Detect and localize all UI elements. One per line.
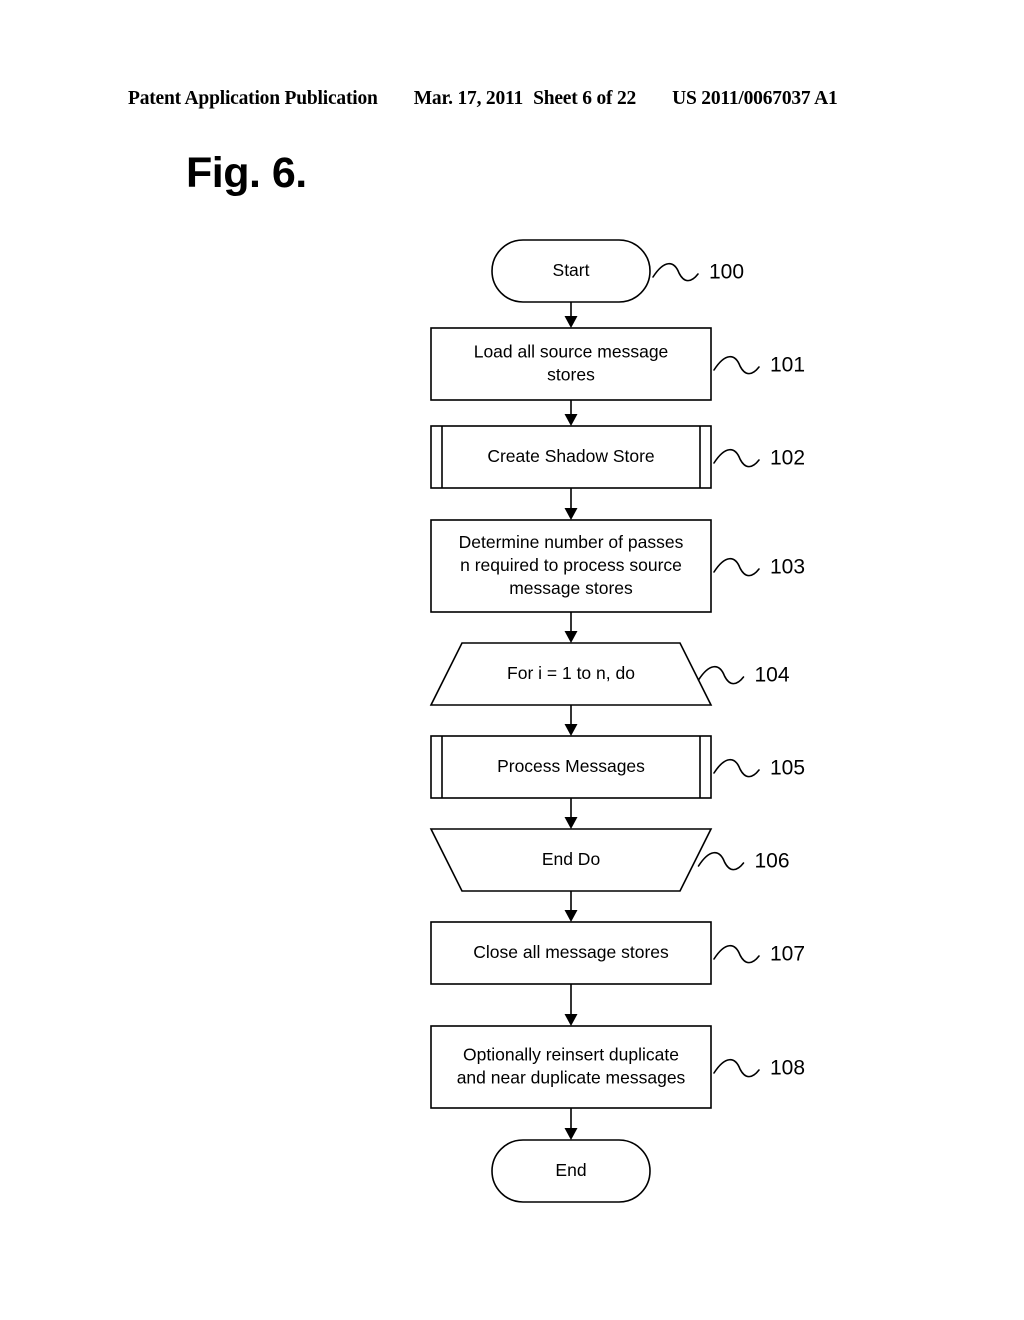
ref-number-105: 105 [770,757,805,780]
ref-number-101: 101 [770,354,805,377]
flow-edge-n100-to-n101 [564,302,578,328]
flow-ref-100: 100 [652,261,744,284]
flow-edge-n101-to-n102 [564,400,578,426]
ref-leader-line [713,758,760,778]
ref-number-106: 106 [755,850,790,873]
flow-node-n107: Close all message stores [430,921,712,985]
edge-arrowhead-icon [564,817,578,829]
ref-leader-line [697,851,745,871]
flow-node-n102: Create Shadow Store [430,425,712,489]
flow-edge-n108-to-n109 [564,1108,578,1140]
flow-node-label-n107: Close all message stores [473,942,669,962]
ref-leader-line [713,1058,760,1078]
flowchart-canvas: Start Load all source message stores Create… [429,239,805,1203]
flow-node-label-n106: End Do [542,849,600,869]
edge-arrowhead-icon [564,414,578,426]
flow-node-n105: Process Messages [430,735,712,799]
flow-ref-103: 103 [713,556,805,579]
flow-ref-105: 105 [713,757,805,780]
edge-arrowhead-icon [564,508,578,520]
ref-leader-line [713,355,760,375]
flow-edge-n106-to-n107 [564,891,578,922]
flow-ref-104: 104 [697,664,790,687]
flow-edge-n104-to-n105 [564,705,578,736]
flow-node-label-n104: For i = 1 to n, do [507,663,635,683]
flow-edge-n103-to-n104 [564,612,578,643]
flow-node-n103: Determine number of passes n required to … [430,519,712,613]
flow-node-label-n100: Start [553,260,590,280]
flow-ref-102: 102 [713,447,805,470]
flowchart-diagram: Start Load all source message stores Create… [0,0,1024,1320]
edge-arrowhead-icon [564,1128,578,1140]
edge-arrowhead-icon [564,910,578,922]
edge-arrowhead-icon [564,724,578,736]
flow-node-n100: Start [491,239,651,303]
flow-ref-108: 108 [713,1057,805,1080]
flow-node-label-n105: Process Messages [497,756,645,776]
flow-ref-106: 106 [697,850,790,873]
flow-edge-n102-to-n103 [564,488,578,520]
flow-node-n108: Optionally reinsert duplicate and near du… [430,1025,712,1109]
ref-leader-line [697,665,745,685]
flow-node-n106: End Do [429,828,713,892]
edge-arrowhead-icon [564,1014,578,1026]
flow-ref-101: 101 [713,354,805,377]
ref-leader-line [652,262,699,282]
ref-leader-line [713,557,760,577]
flow-edge-n107-to-n108 [564,984,578,1026]
flow-node-n104: For i = 1 to n, do [429,642,713,706]
ref-leader-line [713,448,760,468]
flow-edge-n105-to-n106 [564,798,578,829]
flow-node-label-n109: End [555,1160,586,1180]
flow-node-n109: End [491,1139,651,1203]
ref-number-108: 108 [770,1057,805,1080]
edge-arrowhead-icon [564,316,578,328]
flow-node-label-n102: Create Shadow Store [487,446,654,466]
ref-number-103: 103 [770,556,805,579]
flow-ref-107: 107 [713,943,805,966]
ref-leader-line [713,944,760,964]
ref-number-107: 107 [770,943,805,966]
flow-node-n101: Load all source message stores [430,327,712,401]
ref-number-102: 102 [770,447,805,470]
edge-arrowhead-icon [564,631,578,643]
ref-number-104: 104 [755,664,790,687]
ref-number-100: 100 [709,261,744,284]
